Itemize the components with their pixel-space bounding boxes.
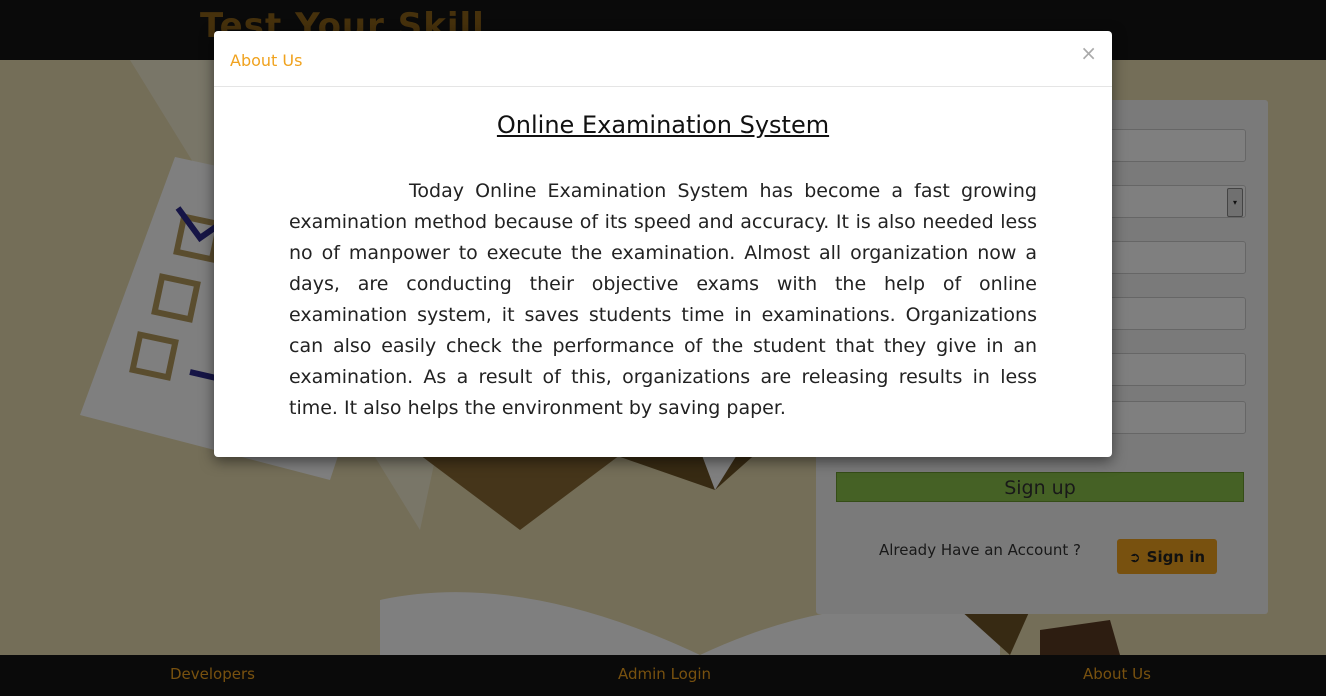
modal-header: About Us ×: [214, 31, 1112, 87]
about-us-modal: About Us × Online Examination System Tod…: [214, 31, 1112, 457]
modal-heading: Online Examination System: [496, 111, 830, 139]
modal-body-text: Today Online Examination System has beco…: [289, 180, 1037, 419]
modal-title: About Us: [230, 51, 303, 70]
close-icon[interactable]: ×: [1080, 43, 1097, 63]
